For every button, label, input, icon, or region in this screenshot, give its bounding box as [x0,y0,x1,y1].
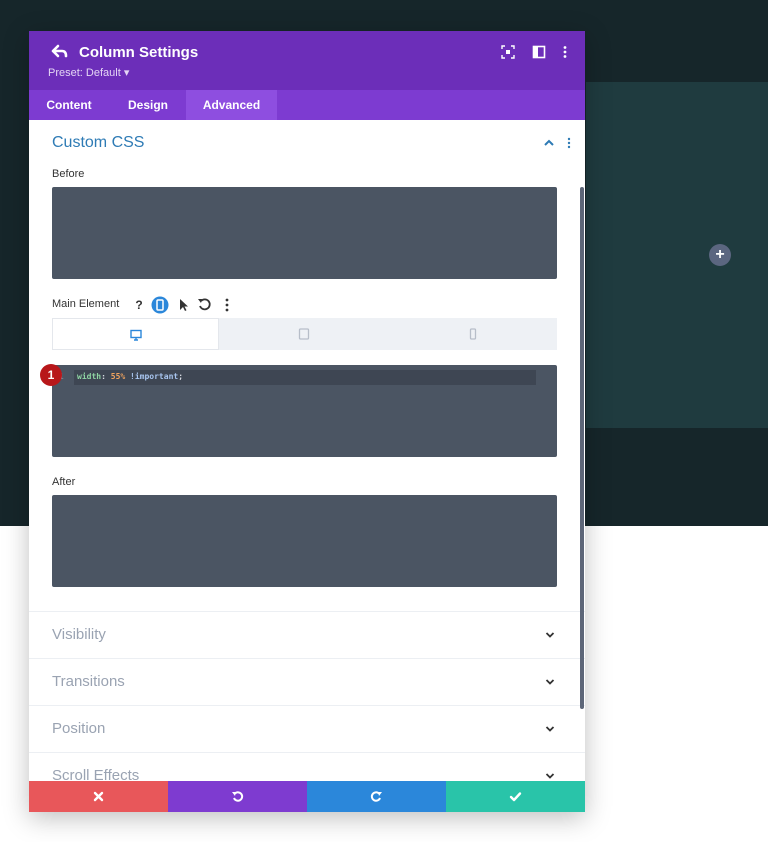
tab-advanced[interactable]: Advanced [186,90,277,120]
accordion-label: Transitions [52,673,125,690]
device-tab-desktop[interactable] [52,318,219,350]
modal-header: Column Settings Preset: Default ▾ [29,31,585,90]
mobile-icon[interactable] [151,296,169,314]
before-css-editor[interactable] [52,187,557,279]
help-icon[interactable]: ? [130,296,148,314]
undo-icon [232,791,244,802]
after-label: After [52,476,76,488]
preset-selector[interactable]: Preset: Default ▾ [48,66,129,79]
more-options-icon[interactable] [218,296,236,314]
pointer-icon[interactable] [174,296,192,314]
chevron-down-icon [545,773,555,779]
css-important: !important [130,372,179,381]
custom-css-section-title[interactable]: Custom CSS [52,134,144,152]
accordion-label: Visibility [52,626,106,643]
modal-title: Column Settings [79,44,199,61]
checkmark-icon [509,792,522,802]
accordion-transitions[interactable]: Transitions [29,658,585,705]
css-property: width [77,372,102,381]
css-colon: : [101,372,106,381]
device-tab-tablet[interactable] [220,318,388,350]
focus-icon[interactable] [501,45,515,59]
desktop-icon [130,329,142,341]
tab-design[interactable]: Design [115,90,181,120]
before-label: Before [52,168,85,180]
device-tab-phone[interactable] [389,318,557,350]
modal-footer [29,781,585,812]
after-css-editor[interactable] [52,495,557,587]
settings-modal: Column Settings Preset: Default ▾ Conten… [29,31,585,812]
section-options-icon[interactable] [563,136,575,150]
css-value: 55% [110,372,126,381]
more-vertical-icon[interactable] [558,45,572,59]
redo-button[interactable] [307,781,446,812]
accordion-visibility[interactable]: Visibility [29,611,585,658]
settings-tabs: Content Design Advanced [29,90,585,120]
css-semicolon: ; [178,372,184,381]
accordion-scroll-effects[interactable]: Scroll Effects [29,752,585,781]
undo-button[interactable] [168,781,307,812]
cancel-button[interactable] [29,781,168,812]
main-element-css-editor[interactable]: 1 width: 55% !important; [52,365,557,457]
redo-icon [370,791,382,802]
chevron-down-icon [545,632,555,638]
modal-body: Custom CSS Before Main Element ? 1 width… [29,120,585,781]
close-icon [93,791,104,802]
chevron-down-icon [545,679,555,685]
undo-icon[interactable] [196,296,214,314]
save-button[interactable] [446,781,585,812]
main-element-label: Main Element [52,298,120,310]
device-tabs [52,318,557,350]
page-section [586,82,768,428]
phone-icon [469,328,477,340]
split-view-icon[interactable] [532,45,546,59]
accordion-label: Scroll Effects [52,767,140,781]
back-arrow-icon[interactable] [51,43,69,61]
accordion-label: Position [52,720,106,737]
plus-icon: + [715,246,725,263]
scrollbar[interactable] [580,187,584,709]
tab-content[interactable]: Content [37,90,101,120]
tablet-icon [298,328,310,340]
accordion-position[interactable]: Position [29,705,585,752]
add-module-button[interactable]: + [709,244,731,266]
svg-text:?: ? [135,298,142,312]
chevron-down-icon [545,726,555,732]
step-marker: 1 [40,364,62,386]
css-code-line[interactable]: width: 55% !important; [77,372,183,381]
chevron-up-icon[interactable] [543,137,555,149]
